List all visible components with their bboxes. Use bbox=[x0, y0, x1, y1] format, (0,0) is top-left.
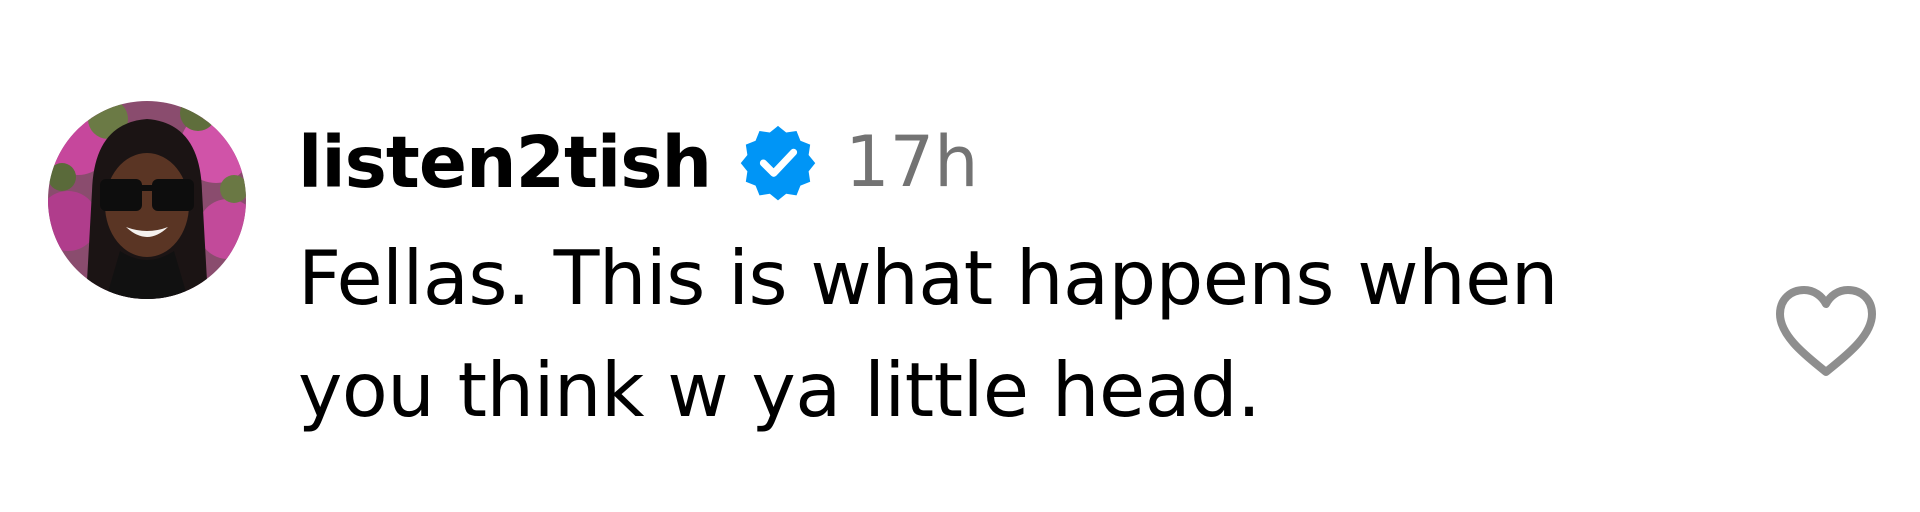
comment-header: listen2tish 17h bbox=[298, 112, 979, 212]
comment-text-line: you think w ya little head. bbox=[298, 346, 1261, 434]
username-link[interactable]: listen2tish bbox=[298, 121, 712, 204]
like-button[interactable] bbox=[1772, 282, 1880, 382]
heart-outline-icon bbox=[1776, 286, 1876, 376]
comment-text-line: Fellas. This is what happens when bbox=[298, 234, 1558, 322]
verified-badge-icon bbox=[739, 123, 817, 201]
comment-text: Fellas. This is what happens when you th… bbox=[298, 222, 1638, 446]
comment-item: listen2tish 17h Fellas. This is what hap… bbox=[0, 0, 1920, 512]
avatar-photo bbox=[48, 101, 246, 299]
timestamp[interactable]: 17h bbox=[845, 121, 978, 203]
avatar[interactable] bbox=[48, 101, 246, 299]
